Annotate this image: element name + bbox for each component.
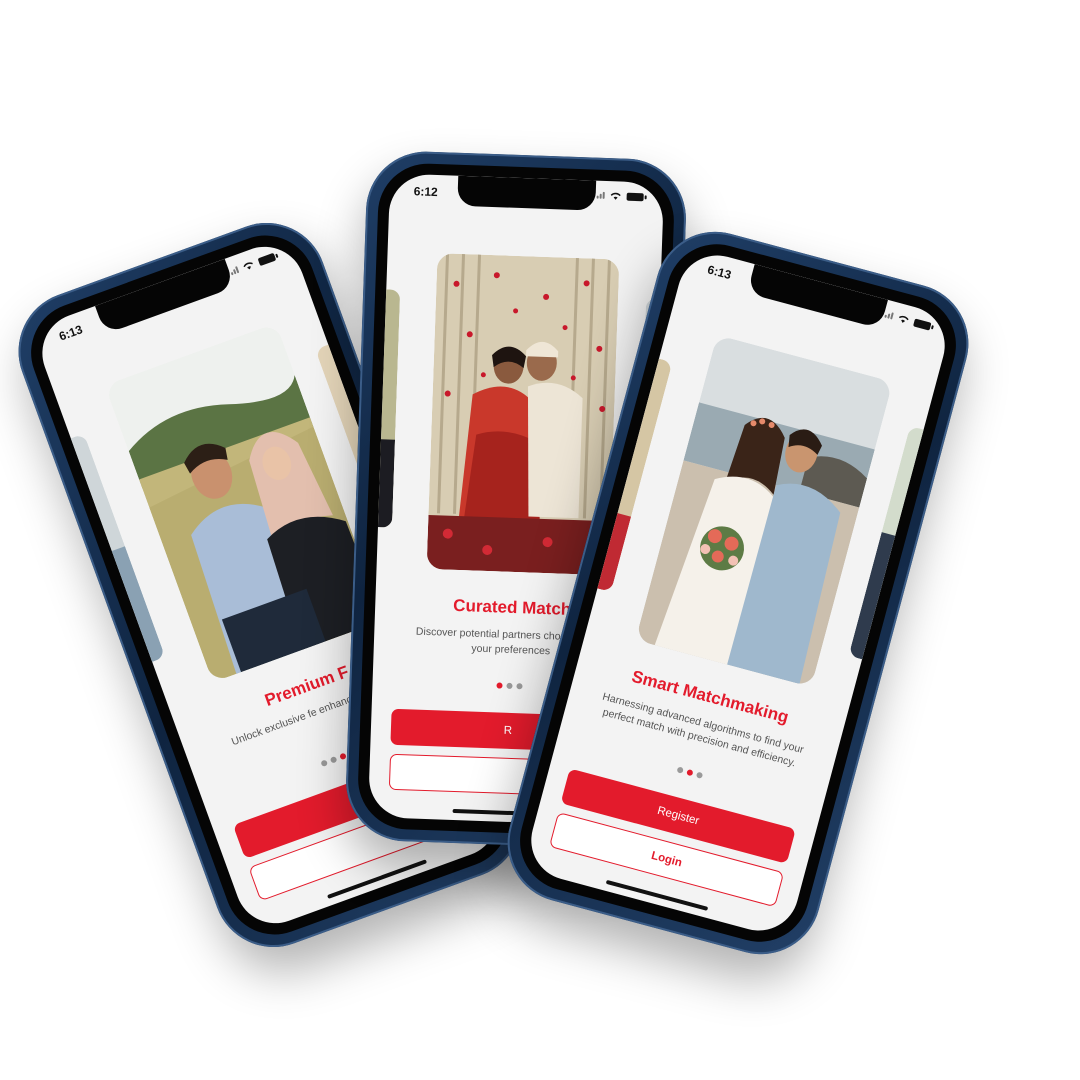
battery-icon — [913, 317, 932, 331]
battery-icon — [257, 252, 277, 266]
page-dot[interactable] — [516, 683, 523, 690]
page-dots — [676, 766, 704, 779]
page-dot-active[interactable] — [496, 682, 503, 689]
page-dot-active[interactable] — [686, 768, 694, 777]
status-icons — [596, 191, 644, 202]
signal-icon — [884, 311, 894, 320]
notch — [746, 264, 888, 329]
status-time: 6:12 — [413, 184, 438, 200]
status-time: 6:13 — [705, 262, 733, 283]
page-dot-active[interactable] — [339, 752, 347, 761]
prev-photo-card[interactable] — [367, 288, 401, 528]
notch — [457, 175, 597, 211]
signal-icon — [229, 266, 240, 276]
notch — [95, 258, 235, 335]
signal-icon — [596, 191, 605, 199]
photo-carousel[interactable] — [572, 322, 949, 698]
page-dot[interactable] — [676, 766, 684, 774]
page-dot[interactable] — [329, 755, 338, 764]
wifi-icon — [898, 315, 909, 323]
page-dot[interactable] — [320, 759, 329, 768]
wifi-icon — [243, 262, 253, 270]
battery-icon — [626, 192, 644, 201]
page-dots — [320, 752, 347, 768]
mockup-stage: 6:13 Premium F Unlock exclusive fe enhan… — [0, 0, 1080, 1080]
status-icons — [229, 252, 277, 277]
status-icons — [884, 310, 932, 331]
page-dot[interactable] — [506, 682, 513, 689]
page-dot[interactable] — [695, 771, 704, 779]
page-dots — [496, 682, 523, 690]
status-time: 6:13 — [57, 322, 85, 344]
wifi-icon — [610, 192, 621, 200]
